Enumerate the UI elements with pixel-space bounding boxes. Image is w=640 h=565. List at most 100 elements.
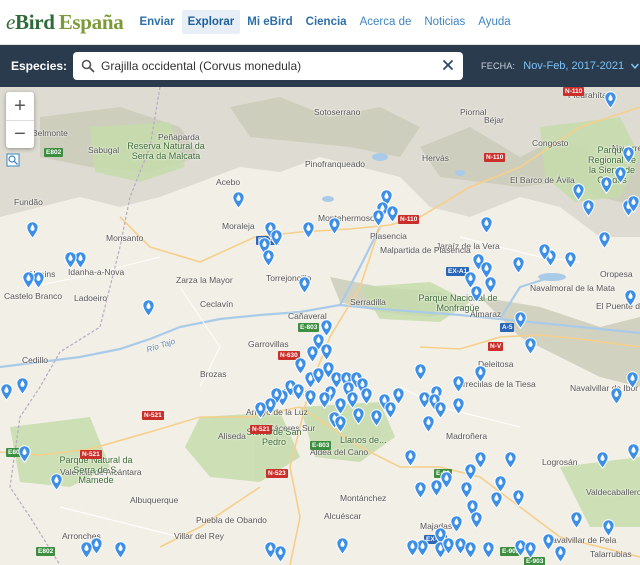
map-marker-icon[interactable] bbox=[298, 276, 311, 294]
date-range-dropdown[interactable]: Nov-Feb, 2017-2021 bbox=[523, 60, 624, 72]
map-marker-icon[interactable] bbox=[372, 209, 385, 227]
road-shield: N-523 bbox=[266, 469, 288, 478]
map-marker-icon[interactable] bbox=[142, 299, 155, 317]
nav-item-explorar[interactable]: Explorar bbox=[181, 10, 241, 34]
map-marker-icon[interactable] bbox=[554, 545, 567, 563]
map-marker-icon[interactable] bbox=[50, 473, 63, 491]
map-marker-icon[interactable] bbox=[114, 541, 127, 559]
map-marker-icon[interactable] bbox=[596, 451, 609, 469]
zoom-area-icon[interactable] bbox=[6, 153, 20, 167]
map-marker-icon[interactable] bbox=[384, 401, 397, 419]
map-marker-icon[interactable] bbox=[627, 443, 640, 461]
map-marker-icon[interactable] bbox=[320, 343, 333, 361]
place-label: Piornal bbox=[460, 107, 487, 117]
map-marker-icon[interactable] bbox=[306, 345, 319, 363]
map-marker-icon[interactable] bbox=[270, 229, 283, 247]
species-search-input[interactable]: Grajilla occidental (Corvus monedula) bbox=[73, 52, 464, 80]
main-nav: Enviar Explorar Mi eBird Ciencia Acerca de No… bbox=[133, 0, 517, 44]
map-marker-icon[interactable] bbox=[474, 365, 487, 383]
road-shield: N-521 bbox=[80, 450, 102, 459]
map-marker-icon[interactable] bbox=[334, 415, 347, 433]
chevron-down-icon[interactable] bbox=[630, 61, 640, 71]
map-marker-icon[interactable] bbox=[64, 251, 77, 269]
map-marker-icon[interactable] bbox=[474, 451, 487, 469]
map-marker-icon[interactable] bbox=[490, 491, 503, 509]
map-marker-icon[interactable] bbox=[480, 216, 493, 234]
map-marker-icon[interactable] bbox=[627, 195, 640, 213]
map-marker-icon[interactable] bbox=[624, 289, 637, 307]
map-marker-icon[interactable] bbox=[604, 91, 617, 109]
map-marker-icon[interactable] bbox=[464, 541, 477, 559]
map-marker-icon[interactable] bbox=[440, 471, 453, 489]
ebird-logo[interactable]: e Bird España bbox=[6, 10, 124, 35]
map-marker-icon[interactable] bbox=[452, 375, 465, 393]
map-marker-icon[interactable] bbox=[406, 539, 419, 557]
map-marker-icon[interactable] bbox=[512, 256, 525, 274]
zoom-in-button[interactable]: + bbox=[6, 92, 34, 120]
map-marker-icon[interactable] bbox=[582, 199, 595, 217]
map-marker-icon[interactable] bbox=[22, 271, 35, 289]
park-label: Parque Natural da Serra de S. Mamede bbox=[59, 455, 133, 485]
map-marker-icon[interactable] bbox=[18, 445, 31, 463]
map-marker-icon[interactable] bbox=[318, 391, 331, 409]
place-label: Sotoserrano bbox=[314, 107, 361, 117]
map-marker-icon[interactable] bbox=[254, 401, 267, 419]
road-shield: N-110 bbox=[563, 87, 585, 96]
map-marker-icon[interactable] bbox=[360, 387, 373, 405]
nav-item-enviar[interactable]: Enviar bbox=[133, 10, 180, 34]
map-marker-icon[interactable] bbox=[610, 387, 623, 405]
nav-item-ayuda[interactable]: Ayuda bbox=[472, 10, 516, 34]
map-marker-icon[interactable] bbox=[570, 511, 583, 529]
map-marker-icon[interactable] bbox=[262, 249, 275, 267]
road-shield: E-803 bbox=[310, 441, 332, 450]
map-marker-icon[interactable] bbox=[460, 481, 473, 499]
map-marker-icon[interactable] bbox=[452, 397, 465, 415]
map-marker-icon[interactable] bbox=[484, 276, 497, 294]
nav-item-mi-ebird[interactable]: Mi eBird bbox=[241, 10, 298, 34]
map-marker-icon[interactable] bbox=[370, 409, 383, 427]
map-marker-icon[interactable] bbox=[336, 537, 349, 555]
map-marker-icon[interactable] bbox=[232, 191, 245, 209]
map-marker-icon[interactable] bbox=[598, 231, 611, 249]
map-marker-icon[interactable] bbox=[524, 541, 537, 559]
map-marker-icon[interactable] bbox=[328, 217, 341, 235]
place-label: Torrecillas de la Tiesa bbox=[454, 379, 536, 389]
map-marker-icon[interactable] bbox=[564, 251, 577, 269]
nav-item-noticias[interactable]: Noticias bbox=[418, 10, 471, 34]
map-marker-icon[interactable] bbox=[414, 363, 427, 381]
map-marker-icon[interactable] bbox=[422, 415, 435, 433]
map-marker-icon[interactable] bbox=[622, 146, 635, 164]
map-marker-icon[interactable] bbox=[470, 511, 483, 529]
nav-item-acerca-de[interactable]: Acerca de bbox=[354, 10, 418, 34]
map-marker-icon[interactable] bbox=[274, 545, 287, 563]
zoom-out-button[interactable]: − bbox=[6, 120, 34, 148]
map-marker-icon[interactable] bbox=[504, 451, 517, 469]
map-marker-icon[interactable] bbox=[0, 383, 13, 401]
map-marker-icon[interactable] bbox=[524, 337, 537, 355]
map-marker-icon[interactable] bbox=[538, 243, 551, 261]
map-marker-icon[interactable] bbox=[304, 389, 317, 407]
clear-icon[interactable] bbox=[441, 58, 455, 72]
map-marker-icon[interactable] bbox=[16, 377, 29, 395]
map-marker-icon[interactable] bbox=[414, 481, 427, 499]
map-marker-icon[interactable] bbox=[434, 401, 447, 419]
map-marker-icon[interactable] bbox=[614, 166, 627, 184]
map-marker-icon[interactable] bbox=[626, 371, 639, 389]
map-marker-icon[interactable] bbox=[602, 519, 615, 537]
map-marker-icon[interactable] bbox=[482, 541, 495, 559]
map-marker-icon[interactable] bbox=[514, 311, 527, 329]
top-navigation: e Bird España Enviar Explorar Mi eBird Cienci… bbox=[0, 0, 640, 45]
map-marker-icon[interactable] bbox=[512, 489, 525, 507]
species-map[interactable]: Belmonte Sabugal Peñaparda Sotoserrano Piorn… bbox=[0, 87, 640, 565]
place-label: Ladoeiro bbox=[74, 293, 108, 303]
map-marker-icon[interactable] bbox=[450, 515, 463, 533]
map-marker-icon[interactable] bbox=[386, 205, 399, 223]
map-marker-icon[interactable] bbox=[352, 407, 365, 425]
map-marker-icon[interactable] bbox=[26, 221, 39, 239]
map-marker-icon[interactable] bbox=[404, 449, 417, 467]
map-marker-icon[interactable] bbox=[302, 221, 315, 239]
map-marker-icon[interactable] bbox=[600, 176, 613, 194]
map-marker-icon[interactable] bbox=[80, 541, 93, 559]
nav-item-ciencia[interactable]: Ciencia bbox=[300, 10, 353, 34]
map-marker-icon[interactable] bbox=[470, 285, 483, 303]
